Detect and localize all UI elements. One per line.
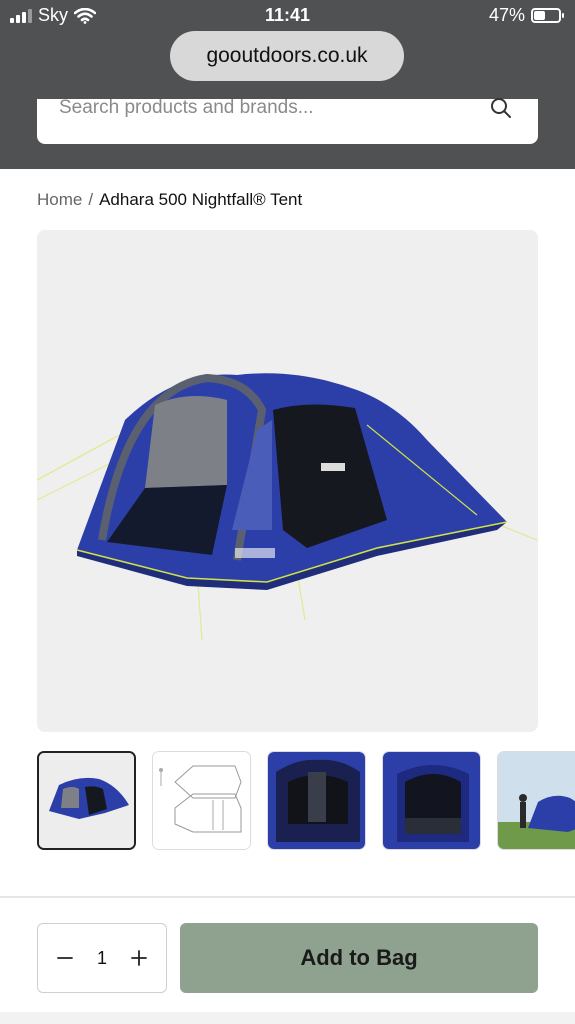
breadcrumb-separator: /: [88, 190, 94, 209]
plus-icon: [131, 950, 147, 966]
thumb-tent-floorplan[interactable]: [152, 751, 251, 850]
breadcrumb-home-link[interactable]: Home: [37, 190, 82, 210]
breadcrumb: Home / Adhara 500 Nightfall® Tent: [37, 190, 302, 210]
search-input[interactable]: [59, 99, 479, 117]
battery-icon: [531, 8, 564, 23]
minus-icon: [57, 957, 73, 959]
battery-percent: 47%: [488, 5, 525, 25]
url-text: gooutdoors.co.uk: [206, 44, 368, 67]
tent-illustration: [37, 373, 538, 641]
divider: [0, 896, 575, 898]
quantity-increment-button[interactable]: [128, 947, 150, 969]
thumb-tent-door[interactable]: [382, 751, 481, 850]
status-right: 47%: [488, 5, 564, 26]
search-icon[interactable]: [490, 97, 512, 119]
thumbnail-strip: [37, 751, 575, 851]
status-bar: Sky 11:41 47%: [0, 0, 575, 32]
add-to-bag-button[interactable]: Add to Bag: [180, 923, 538, 993]
quantity-decrement-button[interactable]: [54, 947, 76, 969]
search-bar[interactable]: [37, 97, 538, 144]
thumb-tent-outdoor[interactable]: [497, 751, 575, 850]
bottom-strip: [0, 1012, 575, 1024]
url-bar[interactable]: gooutdoors.co.uk: [170, 31, 404, 81]
thumb-tent-interior[interactable]: [267, 751, 366, 850]
add-to-bag-label: Add to Bag: [300, 945, 418, 970]
breadcrumb-current: Adhara 500 Nightfall® Tent: [99, 190, 303, 209]
quantity-stepper: 1: [37, 923, 167, 993]
top-header: Sky 11:41 47% gooutdoors.co.uk: [0, 0, 575, 169]
thumb-tent-exterior[interactable]: [37, 751, 136, 850]
quantity-value[interactable]: 1: [97, 948, 107, 969]
main-product-image[interactable]: [37, 230, 538, 732]
